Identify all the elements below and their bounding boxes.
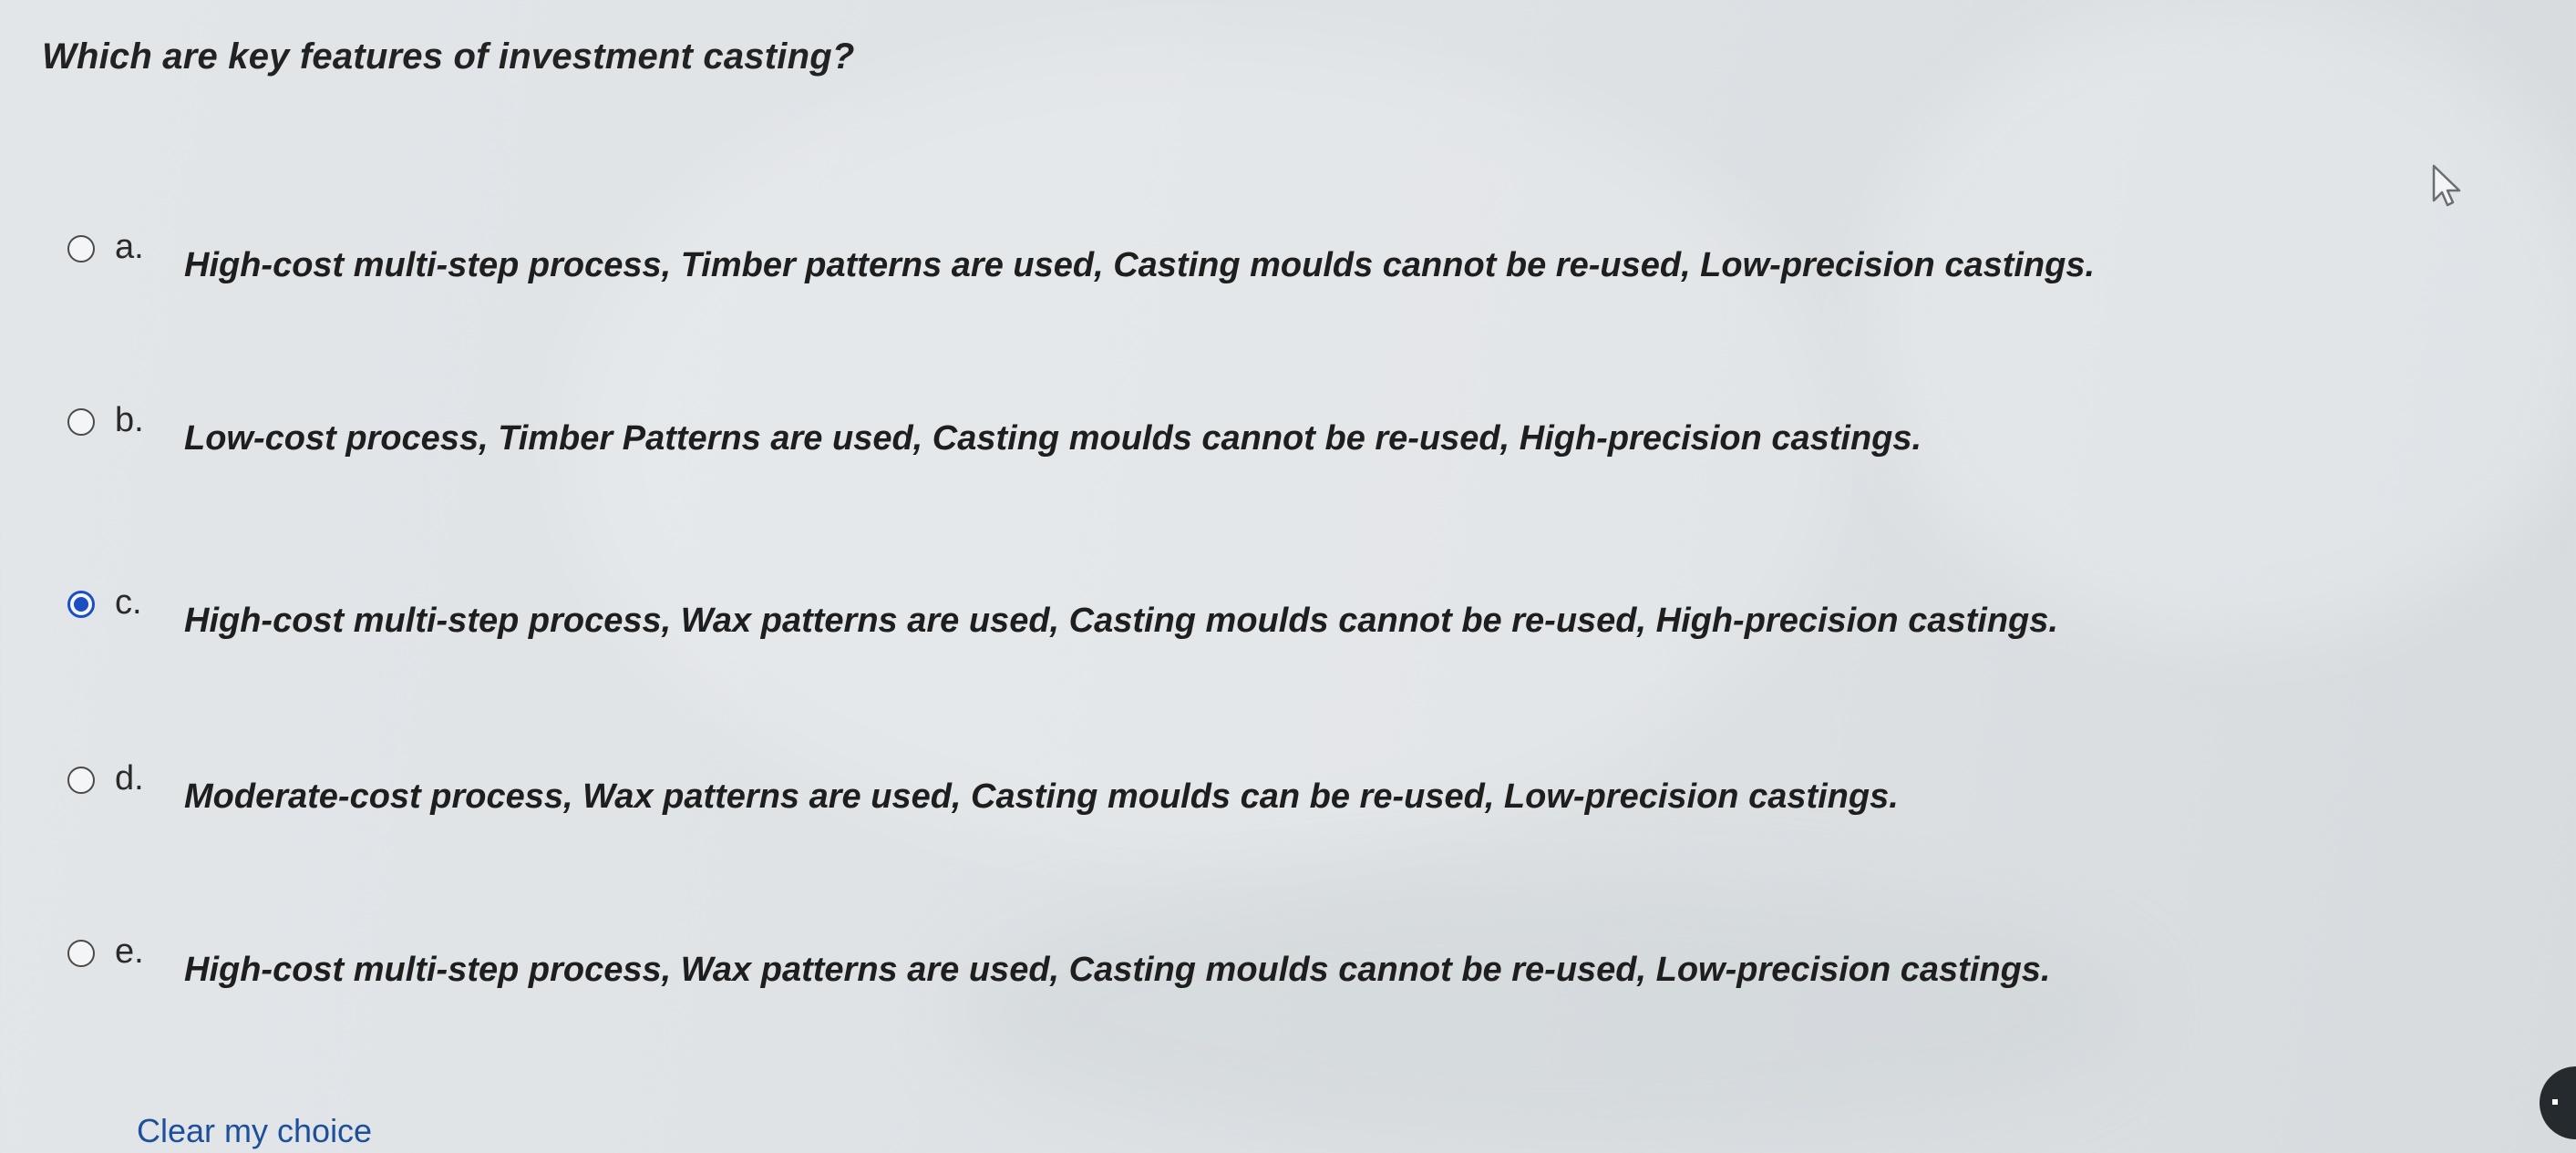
question-text: Which are key features of investment cas… xyxy=(42,36,855,77)
radio-button-c-selected[interactable] xyxy=(67,591,95,618)
option-letter: e. xyxy=(115,932,144,971)
option-letter: c. xyxy=(115,583,142,622)
answer-option-a[interactable]: a. High-cost multi-step process, Timber … xyxy=(64,228,2095,301)
option-text[interactable]: High-cost multi-step process, Wax patter… xyxy=(184,602,2058,641)
radio-button-a[interactable] xyxy=(67,235,95,263)
radio-button-b[interactable] xyxy=(67,408,95,436)
option-letter: b. xyxy=(115,401,144,439)
option-letter: a. xyxy=(115,228,144,266)
answer-option-c[interactable]: c. High-cost multi-step process, Wax pat… xyxy=(64,583,2069,656)
radio-button-e[interactable] xyxy=(67,940,95,967)
option-text[interactable]: Moderate-cost process, Wax patterns are … xyxy=(184,777,1899,817)
screen-glare xyxy=(957,875,2142,1148)
option-text[interactable]: High-cost multi-step process, Timber pat… xyxy=(184,246,2095,285)
clear-choice-link[interactable]: Clear my choice xyxy=(137,1112,372,1150)
mouse-pointer-icon xyxy=(2432,164,2461,207)
screen-glare xyxy=(1869,0,2576,638)
option-text[interactable]: Low-cost process, Timber Patterns are us… xyxy=(184,419,1922,458)
answer-option-d[interactable]: d. Moderate-cost process, Wax patterns a… xyxy=(64,759,2069,832)
floating-action-button[interactable] xyxy=(2540,1066,2576,1139)
option-text[interactable]: High-cost multi-step process, Wax patter… xyxy=(184,951,2051,990)
answer-option-b[interactable]: b. Low-cost process, Timber Patterns are… xyxy=(64,401,2069,474)
option-letter: d. xyxy=(115,759,144,798)
radio-button-d[interactable] xyxy=(67,767,95,794)
answer-option-e[interactable]: e. High-cost multi-step process, Wax pat… xyxy=(64,932,2069,1005)
